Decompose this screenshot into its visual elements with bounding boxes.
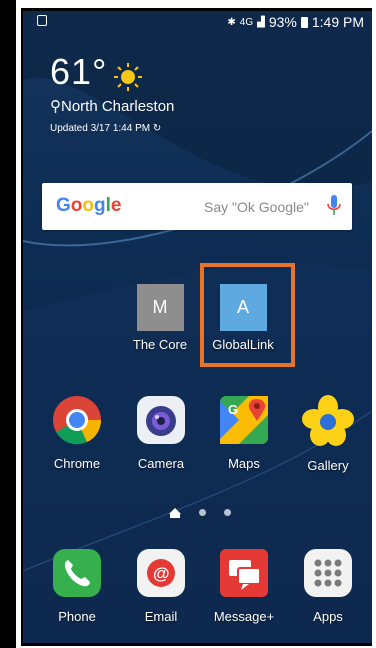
right-edge — [372, 0, 376, 648]
location-pin-icon: ⚲ — [50, 98, 61, 115]
weather-updated: Updated 3/17 1:44 PM ↻ — [50, 123, 162, 134]
app-email[interactable]: @ Email — [121, 548, 201, 624]
sunny-icon[interactable] — [113, 62, 143, 92]
app-label: Apps — [313, 609, 343, 624]
signal-icon: ▟ — [257, 16, 265, 28]
message-plus-icon — [220, 549, 268, 597]
google-search-bar[interactable]: Google Say "Ok Google" — [42, 183, 352, 230]
camera-icon — [137, 396, 185, 444]
app-phone[interactable]: Phone — [37, 548, 117, 624]
the-core-icon: M — [136, 284, 184, 331]
microphone-icon[interactable] — [327, 195, 341, 217]
notification-icon — [37, 15, 47, 26]
app-label: Maps — [228, 456, 260, 471]
app-the-core[interactable]: M The Core — [120, 284, 200, 352]
phone-icon — [53, 549, 101, 597]
battery-icon — [300, 16, 308, 28]
app-label: The Core — [132, 337, 188, 352]
home-page-indicator[interactable] — [169, 507, 181, 518]
app-label: Gallery — [307, 458, 349, 473]
app-label: Email — [144, 609, 178, 624]
app-label: Chrome — [53, 456, 101, 471]
app-gallery[interactable]: Gallery — [288, 395, 368, 473]
apps-grid-icon — [304, 549, 352, 597]
app-apps-drawer[interactable]: Apps — [288, 548, 368, 624]
page-indicator[interactable] — [169, 507, 231, 518]
app-chrome[interactable]: Chrome — [37, 395, 117, 471]
network-type: 4G — [239, 16, 254, 28]
svg-text:@: @ — [153, 564, 170, 583]
weather-location[interactable]: ⚲North Charleston — [50, 97, 174, 115]
highlight-box — [200, 263, 295, 367]
left-edge — [0, 0, 16, 648]
app-label: Camera — [137, 456, 185, 471]
app-label: Message+ — [213, 609, 275, 624]
weather-temperature[interactable]: 61° — [50, 51, 107, 93]
app-camera[interactable]: Camera — [121, 395, 201, 471]
svg-text:G: G — [228, 402, 238, 417]
google-logo: Google — [56, 195, 122, 216]
gallery-icon — [302, 395, 354, 446]
bluetooth-icon: ✱ — [227, 16, 236, 28]
status-bar: ✱ 4G ▟ 93% 1:49 PM — [23, 11, 372, 33]
refresh-icon[interactable]: ↻ — [153, 123, 161, 134]
app-message-plus[interactable]: Message+ — [204, 548, 284, 624]
phone-screen: ✱ 4G ▟ 93% 1:49 PM 61° ⚲North Charleston… — [21, 8, 374, 646]
page-dot[interactable] — [199, 509, 206, 516]
page-dot[interactable] — [224, 509, 231, 516]
search-hint: Say "Ok Google" — [204, 199, 309, 215]
battery-level: 93% — [268, 14, 297, 30]
chrome-icon — [53, 396, 102, 445]
app-maps[interactable]: G Maps — [204, 395, 284, 471]
clock: 1:49 PM — [311, 14, 364, 30]
maps-icon: G — [220, 396, 268, 444]
app-label: Phone — [58, 609, 96, 624]
email-icon: @ — [137, 549, 185, 597]
